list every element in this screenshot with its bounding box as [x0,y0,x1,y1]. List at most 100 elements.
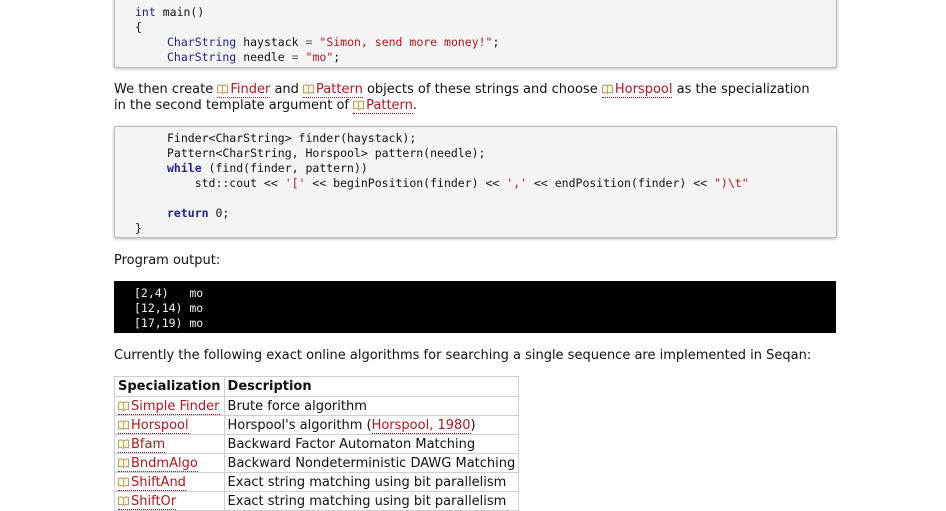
spec-cell: Horspool [114,415,225,435]
book-icon [303,84,314,94]
text: . [412,98,418,113]
code-type: CharString [167,50,237,64]
code-keyword-return: return [167,206,209,220]
algorithms-table: Specialization Description Simple Finder… [114,376,520,511]
code-var-haystack: haystack [243,35,299,49]
code-text: (find(finder, pattern)) [201,161,368,175]
paragraph-finder-pattern-line2: in the second template argument of Patte… [114,98,417,114]
link-label: Pattern [316,82,363,97]
text: and [270,82,304,97]
desc-cell: Horspool's algorithm (Horspool, 1980) [223,415,520,435]
table-row: Simple Finder Brute force algorithm [114,396,520,416]
header-description: Description [223,376,520,397]
code-line-return: return 0; [167,206,229,221]
desc-cell: Backward Nondeterministic DAWG Matching [223,453,520,473]
code-op: = [305,35,313,49]
link-horspool[interactable]: Horspool [601,82,673,98]
table-row: BndmAlgo Backward Nondeterministic DAWG … [114,453,520,473]
output-line: [17,19) mo [134,316,204,330]
table-row: Bfam Backward Factor Automaton Matching [114,434,520,454]
link-pattern-2[interactable]: Pattern [353,98,413,114]
link-bfam[interactable]: Bfam [118,436,166,453]
code-fn-main: main() [162,5,205,19]
link-label: Horspool [131,417,189,433]
link-label: BndmAlgo [131,455,198,471]
book-icon [118,496,129,506]
code-text: 0; [208,206,230,220]
text: Horspool's algorithm ( [227,417,372,433]
link-finder[interactable]: Finder [217,82,271,98]
code-brace-open: { [135,20,142,34]
code-block-search-loop: Finder<CharString> finder(haystack); Pat… [114,126,837,238]
code-op: = [291,50,299,64]
code-line-pattern: Pattern<CharString, Horspool> pattern(ne… [167,146,486,160]
table-row: ShiftAnd Exact string matching using bit… [114,472,520,492]
spec-cell: ShiftAnd [114,472,225,492]
code-line-finder: Finder<CharString> finder(haystack); [167,131,417,145]
link-shiftor[interactable]: ShiftOr [118,493,177,510]
link-simple-finder[interactable]: Simple Finder [118,398,220,415]
book-icon [118,477,129,487]
output-label: Program output: [114,253,221,268]
code-semicolon: ; [492,35,500,49]
desc-cell: Exact string matching using bit parallel… [223,491,520,511]
link-label: ShiftOr [131,493,177,509]
code-line-cout: std::cout << '[' << beginPosition(finder… [167,176,749,191]
output-line: [2,4) mo [134,286,204,300]
book-icon [353,100,364,110]
link-horspool-citation[interactable]: Horspool, 1980 [371,417,471,434]
link-bndmalgo[interactable]: BndmAlgo [118,455,198,472]
link-label: Simple Finder [131,398,220,414]
code-brace-close: } [135,221,142,235]
code-text: << beginPosition(finder) << [305,176,507,190]
link-label: ShiftAnd [131,474,186,490]
book-icon [217,84,228,94]
link-label: Bfam [131,436,166,452]
code-string: ',' [506,176,528,190]
table-header-row: Specialization Description [114,376,520,397]
code-string: '[' [284,176,306,190]
table-row: ShiftOr Exact string matching using bit … [114,491,520,511]
book-icon [118,401,129,411]
paragraph-finder-pattern: We then create Finder and Pattern object… [114,82,810,98]
code-line-haystack: CharString haystack = "Simon, send more … [167,35,499,50]
code-string: ")\t" [714,176,749,190]
text: as the specialization [672,82,810,97]
table-row: Horspool Horspool's algorithm (Horspool,… [114,415,520,435]
spec-cell: Simple Finder [114,396,225,416]
link-horspool-spec[interactable]: Horspool [118,417,189,434]
code-keyword-while: while [167,161,202,175]
book-icon [118,458,129,468]
spec-cell: ShiftOr [114,491,225,511]
output-line: [12,14) mo [134,301,204,315]
spec-cell: BndmAlgo [114,453,225,473]
header-specialization: Specialization [114,376,225,397]
code-string-needle: "mo" [305,50,334,64]
code-var-needle: needle [243,50,285,64]
text: We then create [114,82,218,97]
link-label: Horspool [614,82,673,97]
code-line-while: while (find(finder, pattern)) [167,161,368,176]
text: in the second template argument of [114,98,354,113]
code-keyword-int: int [135,5,156,19]
code-line-main: int main() [135,5,204,20]
book-icon [602,84,613,94]
paragraph-algorithms-intro: Currently the following exact online alg… [114,348,812,363]
code-string-haystack: "Simon, send more money!" [319,35,493,49]
link-pattern[interactable]: Pattern [303,82,363,98]
link-label: Finder [230,82,271,97]
code-text: std::cout << [167,176,285,190]
book-icon [118,439,129,449]
desc-cell: Backward Factor Automaton Matching [223,434,520,454]
spec-cell: Bfam [114,434,225,454]
code-line-needle: CharString needle = "mo"; [167,50,340,65]
link-label: Pattern [366,98,413,113]
link-shiftand[interactable]: ShiftAnd [118,474,186,491]
text: objects of these strings and choose [362,82,602,97]
code-block-main-start: int main() { CharString haystack = "Simo… [114,0,837,68]
code-type: CharString [167,35,237,49]
code-text: << endPosition(finder) << [527,176,714,190]
program-output: [2,4) mo [12,14) mo [17,19) mo [114,281,836,333]
desc-cell: Exact string matching using bit parallel… [223,472,520,492]
code-semicolon: ; [333,50,341,64]
